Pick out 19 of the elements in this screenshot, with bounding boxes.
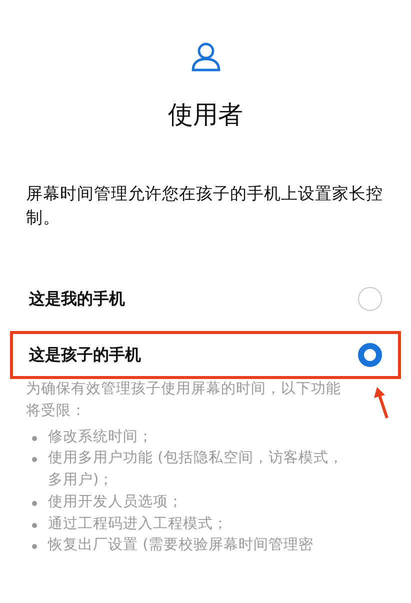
description-text: 屏幕时间管理允许您在孩子的手机上设置家长控制。 bbox=[26, 182, 384, 230]
page-title: 使用者 bbox=[167, 99, 244, 131]
radio-button[interactable] bbox=[358, 343, 382, 367]
user-icon bbox=[190, 40, 222, 72]
restriction-item: 使用多用户功能 (包括隐私空间，访客模式，多用户)； bbox=[48, 450, 344, 488]
option-row[interactable]: 这是我的手机 bbox=[10, 275, 401, 323]
radio-button[interactable] bbox=[358, 287, 382, 311]
bullet-icon bbox=[32, 457, 37, 462]
bullet-icon bbox=[32, 500, 37, 506]
restriction-item: 恢复出厂设置 (需要校验屏幕时间管理密 bbox=[48, 537, 314, 554]
bullet-icon bbox=[32, 544, 37, 550]
restriction-item: 使用开发人员选项； bbox=[48, 494, 183, 510]
option-label[interactable]: 这是孩子的手机 bbox=[29, 343, 141, 367]
restriction-item: 修改系统时间； bbox=[48, 428, 153, 444]
restriction-note: 为确保有效管理孩子使用屏幕的时间，以下功能将受限： bbox=[26, 380, 341, 421]
option-label[interactable]: 这是我的手机 bbox=[29, 287, 125, 311]
restriction-item: 通过工程码进入工程模式； bbox=[48, 516, 228, 532]
bullet-icon bbox=[32, 436, 37, 440]
bullet-icon bbox=[32, 522, 37, 528]
